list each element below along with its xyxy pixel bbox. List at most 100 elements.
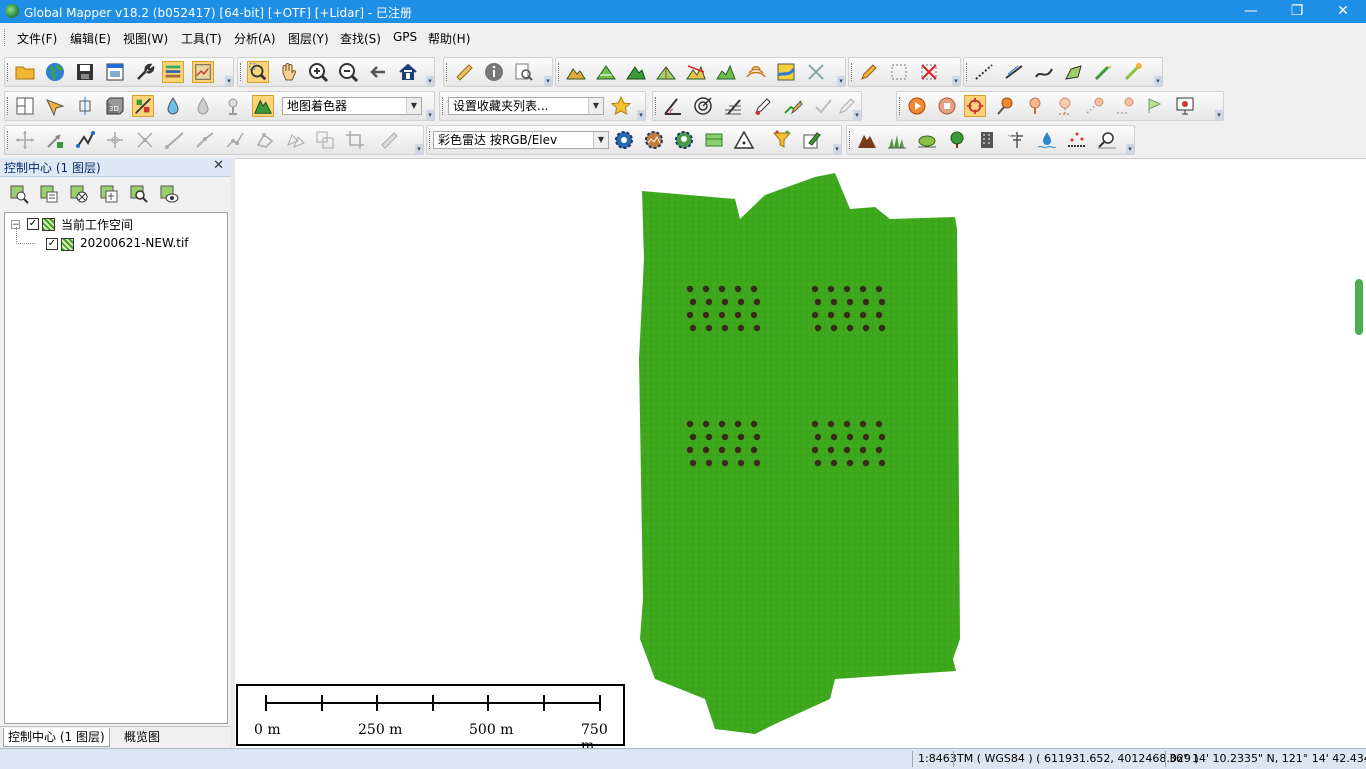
- toolbar-gripper[interactable]: [899, 97, 902, 115]
- gps-monitor-icon[interactable]: [1174, 95, 1196, 117]
- toolbar-gripper[interactable]: [7, 63, 10, 81]
- area-node-gray-icon[interactable]: [254, 129, 276, 151]
- line-gray-icon[interactable]: [164, 129, 186, 151]
- toolbar-gripper[interactable]: [851, 63, 854, 81]
- crop-view-icon[interactable]: [74, 95, 96, 117]
- menu-view[interactable]: 视图(W): [123, 30, 168, 47]
- draw-line-icon[interactable]: [1003, 61, 1025, 83]
- copy-gray-icon[interactable]: [314, 129, 336, 151]
- noise-points-icon[interactable]: [1066, 129, 1088, 151]
- toolbar-gripper[interactable]: [429, 131, 432, 149]
- shrub-icon[interactable]: [916, 129, 938, 151]
- rotate-feature-icon[interactable]: [44, 129, 66, 151]
- lidar-building-icon[interactable]: [703, 129, 725, 151]
- split-vertex-icon[interactable]: [134, 129, 156, 151]
- layer-search-icon[interactable]: [128, 183, 150, 205]
- toolbar-chevron[interactable]: ▾: [952, 76, 960, 86]
- multi-node-gray-icon[interactable]: [224, 129, 246, 151]
- gps-stop-icon[interactable]: [936, 95, 958, 117]
- toolbar-gripper[interactable]: [655, 97, 658, 115]
- water-icon[interactable]: [1036, 129, 1058, 151]
- grass-icon[interactable]: [886, 129, 908, 151]
- lidar-tree-gear-icon[interactable]: [673, 129, 695, 151]
- gps-track-end-icon[interactable]: [1114, 95, 1136, 117]
- water-level-icon[interactable]: [162, 95, 184, 117]
- minimize-button[interactable]: —: [1228, 0, 1274, 23]
- toolbar-gripper[interactable]: [7, 131, 10, 149]
- toolbar-chevron[interactable]: ▾: [833, 144, 841, 154]
- gps-marker-icon[interactable]: [994, 95, 1016, 117]
- line-node-gray-icon[interactable]: [194, 129, 216, 151]
- shader-select[interactable]: 地图着色器 ▼: [282, 97, 422, 115]
- toolbar-chevron[interactable]: ▾: [1126, 144, 1134, 154]
- tree-icon[interactable]: [946, 129, 968, 151]
- volume-icon[interactable]: [595, 61, 617, 83]
- light-source-icon[interactable]: [222, 95, 244, 117]
- terrain-profile-icon[interactable]: [565, 61, 587, 83]
- navigate-arrow-icon[interactable]: [44, 95, 66, 117]
- chevron-down-icon[interactable]: ▼: [406, 98, 421, 114]
- toolbar-chevron[interactable]: ▾: [1154, 76, 1162, 86]
- checkbox-layer[interactable]: ✓: [46, 238, 58, 250]
- edit-line-icon[interactable]: [1093, 61, 1115, 83]
- lidar-edit-window-icon[interactable]: [801, 129, 823, 151]
- toolbar-chevron[interactable]: ▾: [415, 144, 423, 154]
- toolbar-chevron[interactable]: ▾: [544, 76, 552, 86]
- bookmark-select[interactable]: 设置收藏夹列表... ▼: [448, 97, 604, 115]
- target-circle-icon[interactable]: [692, 95, 714, 117]
- mountain-shader-icon[interactable]: [252, 95, 274, 117]
- watershed-icon[interactable]: [715, 61, 737, 83]
- globe-icon[interactable]: [44, 61, 66, 83]
- menu-gripper[interactable]: [4, 29, 8, 46]
- menu-analysis[interactable]: 分析(A): [234, 30, 276, 47]
- info-icon[interactable]: [483, 61, 505, 83]
- move-vertex-icon[interactable]: [14, 129, 36, 151]
- close-icon[interactable]: ✕: [213, 158, 224, 173]
- mountain-brown-icon[interactable]: [856, 129, 878, 151]
- toolbar-chevron[interactable]: ▾: [637, 110, 645, 120]
- measure-ruler-icon[interactable]: [453, 61, 475, 83]
- toolbar-chevron[interactable]: ▾: [426, 76, 434, 86]
- lidar-filter-icon[interactable]: [771, 129, 793, 151]
- select-box-icon[interactable]: [888, 61, 910, 83]
- contour-icon[interactable]: [745, 61, 767, 83]
- pencil-icon[interactable]: [858, 61, 880, 83]
- shader-toggle-icon[interactable]: [132, 95, 154, 117]
- crop-gray-icon[interactable]: [344, 129, 366, 151]
- zoom-select-icon[interactable]: [247, 61, 269, 83]
- tab-overview-map[interactable]: 概览图: [120, 728, 164, 746]
- close-button[interactable]: ✕: [1320, 0, 1366, 23]
- toolbar-chevron[interactable]: ▾: [225, 76, 233, 86]
- elevation-grid-icon[interactable]: [775, 61, 797, 83]
- toolbar-gripper[interactable]: [446, 63, 449, 81]
- restore-button[interactable]: ❐: [1274, 0, 1320, 23]
- power-line-icon[interactable]: [1006, 129, 1028, 151]
- lidar-ground-gear-icon[interactable]: [643, 129, 665, 151]
- gps-flag-icon[interactable]: [1144, 95, 1166, 117]
- line-of-sight-icon[interactable]: [685, 61, 707, 83]
- toolbar-chevron[interactable]: ▾: [853, 110, 861, 120]
- save-icon[interactable]: [74, 61, 96, 83]
- home-icon[interactable]: [397, 61, 419, 83]
- zoom-in-icon[interactable]: [307, 61, 329, 83]
- chevron-down-icon[interactable]: ▼: [593, 132, 608, 148]
- point-edit-icon[interactable]: [1123, 61, 1145, 83]
- water-drop-gray-icon[interactable]: [192, 95, 214, 117]
- disabled-tool-icon[interactable]: [805, 61, 827, 83]
- chevron-down-icon[interactable]: ▼: [588, 98, 603, 114]
- overview-map-icon[interactable]: [192, 61, 214, 83]
- view-shed-icon[interactable]: [655, 61, 677, 83]
- layer-options-icon[interactable]: [98, 183, 120, 205]
- open-folder-icon[interactable]: [14, 61, 36, 83]
- lidar-color-select[interactable]: 彩色雷达 按RGB/Elev ▼: [433, 131, 609, 149]
- layer-visibility-icon[interactable]: [158, 183, 180, 205]
- move-feature-icon[interactable]: [104, 129, 126, 151]
- gps-track-icon[interactable]: [1084, 95, 1106, 117]
- lidar-check-gray-icon[interactable]: [812, 95, 834, 117]
- lidar-classify-icon[interactable]: [782, 95, 804, 117]
- draw-area-icon[interactable]: [1063, 61, 1085, 83]
- toolbar-chevron[interactable]: ▾: [837, 76, 845, 86]
- cut-fill-icon[interactable]: [625, 61, 647, 83]
- back-arrow-icon[interactable]: [367, 61, 389, 83]
- control-center-icon[interactable]: [162, 61, 184, 83]
